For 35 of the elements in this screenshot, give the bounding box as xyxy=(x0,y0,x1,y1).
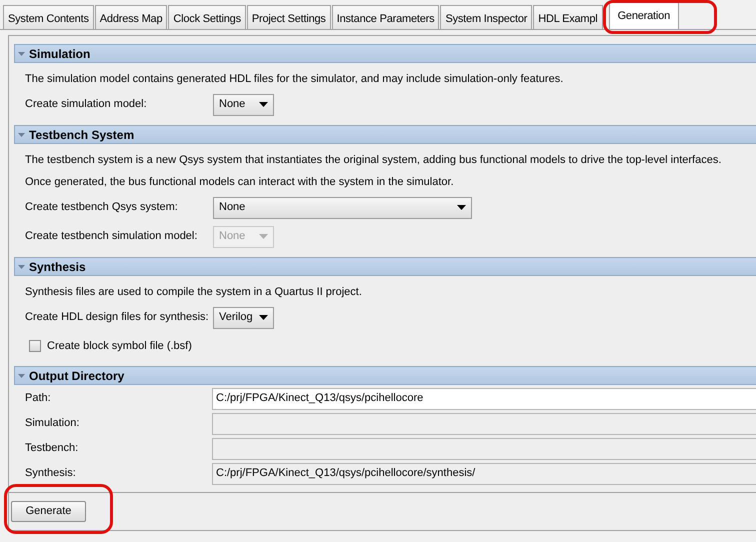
field-label: Create simulation model: xyxy=(25,97,148,112)
tab[interactable]: System Inspector xyxy=(440,5,532,29)
dropdown[interactable]: None xyxy=(213,196,472,218)
tab[interactable]: Address Map xyxy=(94,5,168,29)
section-header[interactable]: Synthesis xyxy=(14,257,756,276)
tab[interactable]: Generation xyxy=(608,2,679,29)
section-header[interactable]: Output Directory xyxy=(14,366,756,385)
section-title: Output Directory xyxy=(29,368,124,384)
field-label: Create HDL design files for synthesis: xyxy=(25,310,210,326)
description-text: Synthesis files are used to compile the system in a Quartus II project. xyxy=(25,284,362,300)
generate-button[interactable]: Generate xyxy=(11,501,86,522)
tab[interactable]: Instance Parameters xyxy=(332,5,440,29)
field-label: Simulation: xyxy=(25,416,80,432)
section-header[interactable]: Simulation xyxy=(14,44,756,63)
field-label: Create testbench Qsys system: xyxy=(25,200,179,216)
field-label: Testbench: xyxy=(25,441,80,456)
description-text: Once generated, the bus functional models can interact with the system in the simulator. xyxy=(25,174,454,190)
description-text: The testbench system is a new Qsys system that instantiates the original system, adding bus functional models to drive the top-level interfaces. xyxy=(25,152,722,168)
path-field[interactable]: C:/prj/FPGA/Kinect_Q13/qsys/pcihellocore/synthesis/ xyxy=(212,462,756,484)
tab[interactable]: Clock Settings xyxy=(168,5,246,29)
checkbox-label: Create block symbol file (.bsf) xyxy=(47,338,192,354)
tab[interactable]: System Contents xyxy=(3,5,94,29)
description-text: The simulation model contains generated HDL files for the simulator, and may include simulation-only features. xyxy=(25,72,564,87)
field-label: Path: xyxy=(25,391,52,406)
section-header[interactable]: Testbench System xyxy=(14,125,756,144)
path-field[interactable]: C:/prj/FPGA/Kinect_Q13/qsys/pcihellocore xyxy=(212,388,756,410)
section-title: Simulation xyxy=(29,46,90,62)
dropdown[interactable]: Verilog xyxy=(213,306,274,328)
field-label: Synthesis: xyxy=(25,466,77,482)
section-title: Testbench System xyxy=(29,126,134,144)
tab[interactable]: HDL Exampl xyxy=(533,5,603,29)
tab[interactable]: Project Settings xyxy=(246,5,331,29)
section-title: Synthesis xyxy=(29,258,86,276)
field-label: Create testbench simulation model: xyxy=(25,229,198,244)
dropdown[interactable]: None xyxy=(213,94,274,116)
